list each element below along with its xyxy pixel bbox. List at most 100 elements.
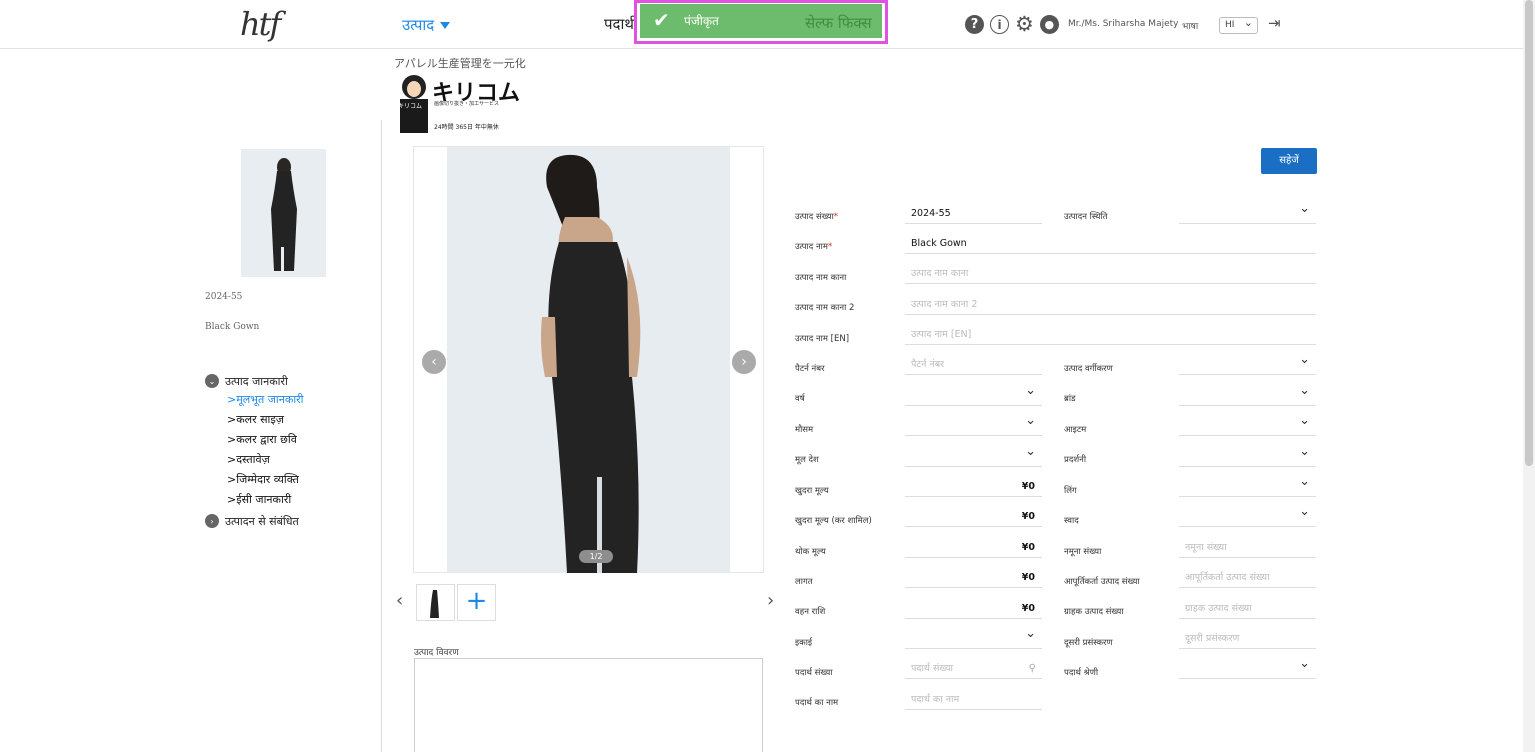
product-classification-select[interactable] [1179,352,1316,375]
info-icon[interactable]: i [990,15,1009,34]
supplier-number-field[interactable]: आपूर्तिकर्ता उत्पाद संख्या [1179,570,1316,588]
sidebar-product-name: Black Gown [205,322,260,332]
item-select[interactable] [1179,413,1316,436]
cost-field[interactable]: ¥0 [905,570,1042,588]
chevron-down-icon: ⌄ [205,374,219,388]
language-select[interactable]: HI [1219,15,1258,34]
sidebar-item-label: ईसी जानकारी [236,493,292,506]
pattern-number-label: पैटर्न नंबर [795,364,825,374]
sidebar-item-basic-info[interactable]: >मूलभूत जानकारी [205,390,304,410]
unit-label: इकाई [795,638,813,648]
exhibition-select[interactable] [1179,444,1316,467]
material-category-label: पदार्थ श्रेणी [1064,668,1099,678]
save-button[interactable]: सहेजें [1261,148,1317,174]
material-name-label: पदार्थ का नाम [795,698,839,708]
sidebar-group-label: उत्पादन से संबंधित [225,514,299,528]
item-label: आइटम [1064,425,1087,435]
nav-product-menu[interactable]: उत्पाद [402,15,451,35]
wholesale-price-label: थोक मूल्य [795,547,826,557]
sample-number-label: नमूना संख्या [1064,547,1102,557]
sidebar-item-color-size[interactable]: >कलर साइज़ [205,410,304,430]
sidebar-nav: ⌄ उत्पाद जानकारी >मूलभूत जानकारी >कलर साइ… [205,372,304,530]
sidebar-item-color-image[interactable]: >कलर द्वारा छवि [205,430,304,450]
thumbs-next-icon[interactable]: › [767,590,774,611]
sidebar-item-documents[interactable]: >दस्तावेज़ [205,450,304,470]
scrollbar[interactable] [1523,0,1535,752]
ad-tagline: アパレル生産管理を一元化 [394,57,526,70]
material-number-field[interactable]: पदार्थ संख्या [905,661,1042,679]
add-image-button[interactable]: + [457,584,496,621]
ad-banner[interactable]: アパレル生産管理を一元化 キリコム キリコム 画像切り抜き・加工サービス 24時… [394,55,554,135]
ad-subtitle: 画像切り抜き・加工サービス [434,101,500,107]
ad-hours: 24時間 365日 年中無休 [434,124,499,131]
logo[interactable]: htf [240,5,281,43]
sidebar-item-label: दस्तावेज़ [236,453,270,466]
toast-message: पंजीकृत [684,14,719,28]
production-status-select[interactable] [1179,201,1316,224]
description-label: उत्पाद विवरण [414,648,459,658]
pattern-number-field[interactable]: पैटर्न नंबर [905,357,1042,375]
secondary-processing-label: दूसरी प्रसंस्करण [1064,638,1113,648]
carrying-amount-label: वहन राशि [795,607,826,617]
wholesale-price-field[interactable]: ¥0 [905,540,1042,558]
sidebar-item-label: कलर द्वारा छवि [236,433,297,446]
sample-number-field[interactable]: नमूना संख्या [1179,540,1316,558]
help-icon[interactable]: ? [965,15,984,34]
description-textarea[interactable] [414,658,763,752]
gallery-thumbnail[interactable] [416,584,455,621]
brand-select[interactable] [1179,383,1316,406]
required-mark: * [827,242,833,252]
exhibition-label: प्रदर्शनी [1064,455,1087,465]
product-name-kana-field[interactable]: उत्पाद नाम काना [905,266,1316,284]
retail-price-tax-field[interactable]: ¥0 [905,509,1042,527]
label-text: उत्पाद नाम [795,242,828,252]
sidebar-item-ec-info[interactable]: >ईसी जानकारी [205,490,304,510]
product-name-en-label: उत्पाद नाम [EN] [795,334,850,344]
user-name[interactable]: Mr./Ms. Sriharsha Majety [1068,19,1178,29]
secondary-processing-field[interactable]: दूसरी प्रसंस्करण [1179,631,1316,649]
gender-label: लिंग [1064,486,1077,496]
origin-select[interactable] [905,444,1042,467]
nav-material-menu[interactable]: पदार्थ [604,14,634,34]
gallery-prev-button[interactable]: ‹ [422,350,446,374]
material-name-field[interactable]: पदार्थ का नाम [905,692,1042,710]
year-select[interactable] [905,383,1042,406]
gender-select[interactable] [1179,474,1316,497]
retail-price-field[interactable]: ¥0 [905,479,1042,497]
sidebar-divider [381,120,382,752]
customer-number-field[interactable]: ग्राहक उत्पाद संख्या [1179,601,1316,619]
product-name-kana2-field[interactable]: उत्पाद नाम काना 2 [905,297,1316,315]
year-label: वर्ष [795,394,805,404]
unit-select[interactable] [905,626,1042,649]
gallery-next-button[interactable]: › [732,350,756,374]
product-photo[interactable] [447,147,730,573]
production-status-label: उत्पादन स्थिति [1064,212,1108,222]
image-gallery: ‹ › 1/2 [413,146,764,573]
gear-icon[interactable]: ⚙ [1015,14,1034,35]
carrying-amount-field[interactable]: ¥0 [905,601,1042,619]
scrollbar-thumb[interactable] [1525,0,1533,466]
product-name-kana-label: उत्पाद नाम काना [795,273,847,283]
season-select[interactable] [905,413,1042,436]
sidebar-group-product-info[interactable]: ⌄ उत्पाद जानकारी [205,372,304,390]
material-category-select[interactable] [1179,656,1316,679]
retail-price-tax-label: खुदरा मूल्य (कर शामिल) [795,516,872,526]
brand-label: ब्रांड [1064,394,1076,404]
sidebar-item-responsible[interactable]: >जिम्मेदार व्यक्ति [205,470,304,490]
sidebar-product-code: 2024-55 [205,292,243,302]
product-number-field[interactable]: 2024-55 [905,206,1042,224]
product-thumbnail[interactable] [241,149,326,277]
product-name-en-field[interactable]: उत्पाद नाम [EN] [905,327,1316,345]
customer-number-label: ग्राहक उत्पाद संख्या [1064,607,1124,617]
taste-select[interactable] [1179,504,1316,527]
user-icon[interactable]: ● [1039,15,1059,34]
thumbs-prev-icon[interactable]: ‹ [396,590,403,611]
mascot-illustration: キリコム [398,75,428,133]
product-name-field[interactable]: Black Gown [905,236,1316,254]
language-label: भाषा [1182,22,1199,32]
sidebar-group-production[interactable]: › उत्पादन से संबंधित [205,512,304,530]
toast-self-fix[interactable]: सेल्फ फिक्स [805,13,872,33]
product-classification-label: उत्पाद वर्गीकरण [1064,364,1113,374]
chevron-right-icon: › [205,514,219,528]
logout-icon[interactable]: ⇥ [1268,14,1281,32]
